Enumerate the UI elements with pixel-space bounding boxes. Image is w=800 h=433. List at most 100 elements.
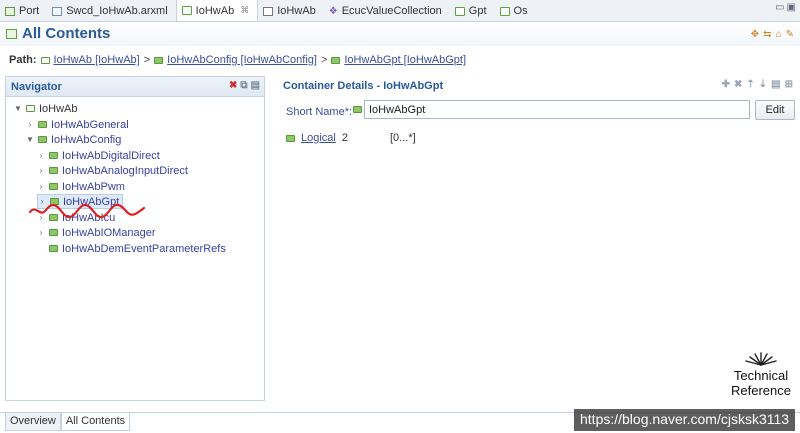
folder-icon (331, 56, 341, 64)
tab-iohwab[interactable]: IoHwAb (258, 1, 324, 21)
tab-menu[interactable]: ▭ ▣ (775, 2, 796, 13)
tree-node-iohwabconfig[interactable]: ▼ IoHwAbConfig (26, 132, 121, 147)
close-icon[interactable]: ⌘ (240, 5, 249, 16)
module-icon (40, 56, 50, 64)
chevron-right-icon[interactable]: › (37, 182, 45, 191)
short-name-label: Short Name*: (286, 106, 353, 118)
short-name-input[interactable] (364, 100, 750, 119)
navigator-toolbar: ✖ ⧉ ▤ (229, 80, 260, 91)
blog-url-watermark: https://blog.naver.com/cjsksk3113 (574, 409, 796, 431)
home-icon[interactable]: ⌂ (776, 29, 782, 40)
maximize-icon[interactable]: ▣ (787, 2, 796, 13)
folder-icon (286, 134, 295, 142)
tree-node-iohwabpwm[interactable]: › IoHwAbPwm (37, 179, 125, 194)
tab-overview[interactable]: Overview (5, 413, 61, 431)
chevron-right-icon[interactable]: › (37, 166, 45, 175)
tree-node-label: IoHwAbAnalogInputDirect (62, 164, 188, 177)
editor-page-tabs: Overview All Contents (5, 413, 131, 431)
delete-icon[interactable]: ✖ (229, 80, 237, 91)
page-title: All Contents (6, 25, 110, 42)
logical-link[interactable]: Logical (301, 132, 336, 144)
folder-icon (6, 28, 17, 39)
logical-reference-row: Logical 2 [0...*] (286, 132, 416, 144)
tab-label: EcucValueCollection (341, 5, 442, 17)
editor-header: All Contents ✥ ⇆ ⌂ ✎ (0, 22, 800, 46)
collection-icon: ❖ (328, 5, 338, 17)
path-label: Path: (9, 54, 37, 66)
tab-label: IoHwAb (195, 4, 235, 17)
tab-label: Os (513, 5, 528, 17)
tree-node-label: IoHwAbConfig (51, 133, 122, 146)
folder-icon (454, 6, 465, 16)
table-icon[interactable]: ▤ (771, 79, 780, 90)
annotation-squiggle (28, 203, 146, 219)
breadcrumb-separator: > (143, 54, 151, 66)
tree-node-iohwabgeneral[interactable]: › IoHwAbGeneral (26, 117, 129, 132)
technical-reference-logo: Technical Reference (726, 350, 796, 398)
move-down-icon[interactable]: ⇣ (759, 79, 767, 90)
folder-icon (38, 136, 47, 143)
tree-node-label: IoHwAbDemEventParameterRefs (62, 242, 226, 255)
folder-icon (154, 56, 164, 64)
breadcrumb-link-iohwabgpt[interactable]: IoHwAbGpt [IoHwAbGpt] (344, 54, 466, 66)
tab-ecuc-value-collection[interactable]: ❖ EcucValueCollection (324, 1, 450, 21)
tree-node-label: IoHwAbPwm (62, 180, 125, 193)
tab-swcd-arxml[interactable]: Swcd_IoHwAb.arxml (47, 1, 175, 21)
tab-all-contents[interactable]: All Contents (60, 413, 131, 431)
chevron-right-icon[interactable]: › (37, 151, 45, 160)
container-details-header: Container Details - IoHwAbGpt ✚ ✖ ⇡ ⇣ ▤ … (280, 76, 795, 96)
folder-icon (49, 183, 58, 190)
folder-icon (353, 106, 362, 113)
container-details-panel: Container Details - IoHwAbGpt ✚ ✖ ⇡ ⇣ ▤ … (280, 76, 795, 401)
move-up-icon[interactable]: ⇡ (746, 79, 754, 90)
chevron-down-icon[interactable]: ▼ (14, 104, 22, 113)
add-icon[interactable]: ✚ (722, 79, 730, 90)
minimize-icon[interactable]: ▭ (775, 2, 784, 13)
pin-icon[interactable]: ✎ (786, 29, 794, 40)
page-title-text: All Contents (22, 25, 111, 42)
tree-node-iohwabdemeventparameterrefs[interactable]: IoHwAbDemEventParameterRefs (37, 241, 226, 256)
tab-label: Gpt (468, 5, 487, 17)
edit-button[interactable]: Edit (755, 100, 795, 120)
tree-node-iohwab[interactable]: ▼ IoHwAb (14, 101, 78, 116)
module-icon (26, 105, 35, 112)
editor-tab-bar: Port Swcd_IoHwAb.arxml IoHwAb ⌘ IoHwAb ❖… (0, 0, 800, 22)
tab-label: Port (19, 5, 40, 17)
sunburst-icon (745, 352, 777, 366)
chevron-down-icon[interactable]: ▼ (26, 135, 34, 144)
container-details-title: Container Details - IoHwAbGpt (283, 80, 444, 92)
folder-icon (38, 121, 47, 128)
tree-node-iohwabanaloginputdirect[interactable]: › IoHwAbAnalogInputDirect (37, 163, 188, 178)
folder-icon (49, 245, 58, 252)
logical-count: 2 (341, 132, 348, 144)
breadcrumb-link-iohwab[interactable]: IoHwAb [IoHwAb] (54, 54, 140, 66)
module-icon (263, 6, 274, 16)
sync-icon[interactable]: ⇆ (763, 29, 771, 40)
breadcrumb-link-iohwabconfig[interactable]: IoHwAbConfig [IoHwAbConfig] (167, 54, 317, 66)
module-icon (181, 6, 192, 15)
tab-gpt[interactable]: Gpt (450, 1, 495, 21)
breadcrumb-separator: > (320, 54, 328, 66)
link-icon[interactable]: ✥ (751, 29, 759, 40)
port-icon (5, 6, 15, 16)
tree-node-iohwabdigitaldirect[interactable]: › IoHwAbDigitalDirect (37, 148, 160, 163)
folder-icon (49, 167, 58, 174)
collapse-all-icon[interactable]: ⧉ (240, 80, 247, 91)
tree-icon[interactable]: ⊞ (785, 79, 793, 90)
folder-icon (499, 6, 510, 16)
file-icon (52, 6, 63, 16)
tree-node-label: IoHwAbIOManager (62, 226, 156, 239)
details-toolbar: ✚ ✖ ⇡ ⇣ ▤ ⊞ (722, 79, 793, 90)
chevron-right-icon[interactable]: › (37, 228, 45, 237)
tab-iohwab-active[interactable]: IoHwAb ⌘ (175, 0, 259, 21)
logical-multiplicity: [0...*] (389, 132, 416, 144)
tab-label: Swcd_IoHwAb.arxml (66, 5, 168, 17)
tab-os[interactable]: Os (495, 1, 536, 21)
remove-icon[interactable]: ✖ (734, 79, 742, 90)
link-editor-icon[interactable]: ▤ (251, 80, 260, 91)
folder-icon (49, 152, 58, 159)
tree-node-iohwabiomanager[interactable]: › IoHwAbIOManager (37, 225, 156, 240)
logo-line1: Technical (733, 368, 789, 383)
chevron-right-icon[interactable]: › (26, 120, 34, 129)
tab-port[interactable]: Port (0, 1, 47, 21)
